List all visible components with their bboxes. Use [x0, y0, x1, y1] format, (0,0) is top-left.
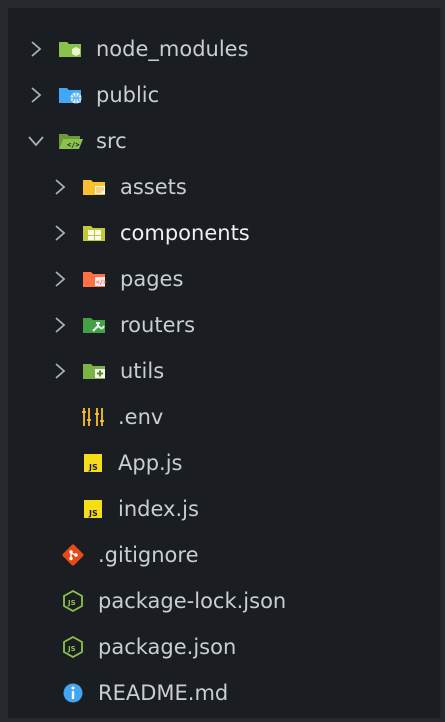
- tree-item-pages[interactable]: </> pages: [8, 256, 440, 302]
- chevron-right-icon[interactable]: [26, 85, 46, 105]
- tree-item-package-lock-json[interactable]: JS package-lock.json: [8, 578, 440, 624]
- tree-item-readme-md[interactable]: README.md: [8, 670, 440, 716]
- tree-item-env[interactable]: .env: [8, 394, 440, 440]
- svg-text:</>: </>: [67, 141, 80, 149]
- javascript-icon: JS: [80, 498, 106, 520]
- tree-item-public[interactable]: public: [8, 72, 440, 118]
- javascript-icon: JS: [80, 452, 106, 474]
- tree-item-label: routers: [120, 313, 196, 337]
- folder-pages-icon: </>: [82, 268, 108, 290]
- tree-item-label: index.js: [118, 497, 199, 521]
- tree-item-package-json[interactable]: JS package.json: [8, 624, 440, 670]
- nodejs-icon: JS: [60, 589, 86, 613]
- tree-item-label: .gitignore: [98, 543, 199, 567]
- chevron-down-icon[interactable]: [26, 131, 46, 151]
- file-tree: node_modules public </> src assets compo…: [8, 26, 440, 716]
- nodejs-icon: JS: [60, 635, 86, 659]
- folder-components-icon: [82, 222, 108, 244]
- tree-item-label: App.js: [118, 451, 183, 475]
- chevron-right-icon[interactable]: [50, 177, 70, 197]
- tree-item-label: node_modules: [96, 37, 249, 61]
- chevron-right-icon[interactable]: [50, 361, 70, 381]
- svg-text:JS: JS: [88, 509, 98, 518]
- tree-item-label: utils: [120, 359, 165, 383]
- tree-item-app-js[interactable]: JS App.js: [8, 440, 440, 486]
- file-explorer-panel: node_modules public </> src assets compo…: [8, 8, 441, 718]
- tree-item-routers[interactable]: routers: [8, 302, 440, 348]
- folder-assets-icon: [82, 176, 108, 198]
- folder-src-open-icon: </>: [58, 130, 84, 152]
- folder-routers-icon: [82, 314, 108, 336]
- svg-text:JS: JS: [88, 463, 98, 472]
- folder-public-icon: [58, 84, 84, 106]
- chevron-right-icon[interactable]: [50, 269, 70, 289]
- chevron-right-icon[interactable]: [50, 315, 70, 335]
- tree-item-utils[interactable]: utils: [8, 348, 440, 394]
- tree-item-label: public: [96, 83, 160, 107]
- tree-item-label: README.md: [98, 681, 229, 705]
- tree-item-gitignore[interactable]: .gitignore: [8, 532, 440, 578]
- chevron-right-icon[interactable]: [50, 223, 70, 243]
- tree-item-label: .env: [118, 405, 164, 429]
- tree-item-label: assets: [120, 175, 187, 199]
- tree-item-node-modules[interactable]: node_modules: [8, 26, 440, 72]
- folder-utils-icon: [82, 360, 108, 382]
- tree-item-label: components: [120, 221, 250, 245]
- tree-item-components[interactable]: components: [8, 210, 440, 256]
- tree-item-label: pages: [120, 267, 184, 291]
- chevron-right-icon[interactable]: [26, 39, 46, 59]
- tree-item-label: package.json: [98, 635, 237, 659]
- tree-item-label: package-lock.json: [98, 589, 287, 613]
- tree-item-src[interactable]: </> src: [8, 118, 440, 164]
- env-settings-icon: [80, 406, 106, 428]
- info-icon: [60, 682, 86, 704]
- tree-item-label: src: [96, 129, 127, 153]
- svg-text:</>: </>: [96, 279, 107, 286]
- tree-item-index-js[interactable]: JS index.js: [8, 486, 440, 532]
- folder-node-icon: [58, 38, 84, 60]
- git-icon: [60, 544, 86, 566]
- svg-text:JS: JS: [67, 599, 76, 607]
- tree-item-assets[interactable]: assets: [8, 164, 440, 210]
- svg-text:JS: JS: [67, 645, 76, 653]
